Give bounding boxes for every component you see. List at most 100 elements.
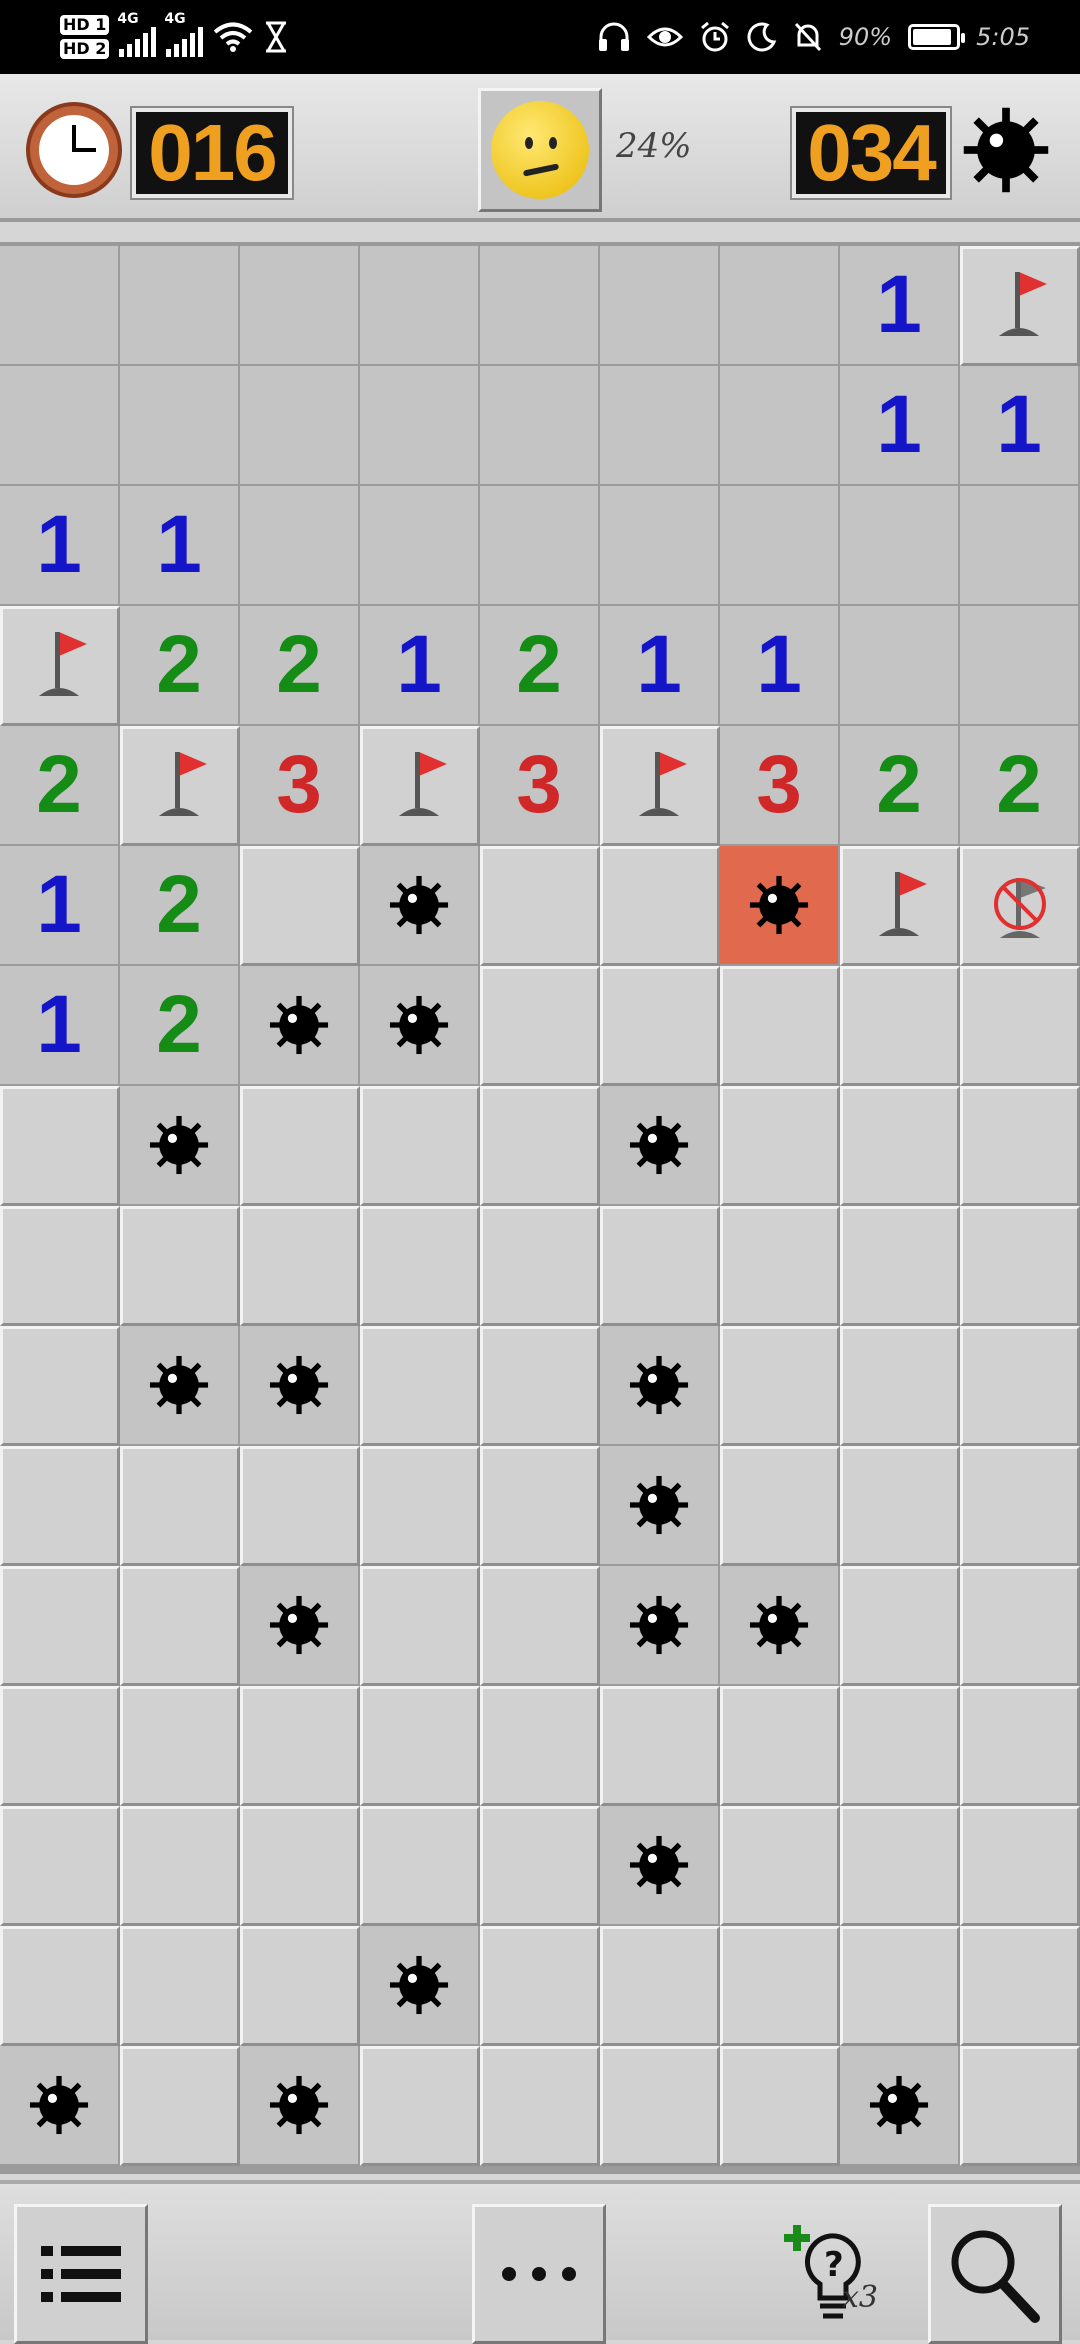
cell-exploded-mine[interactable] — [720, 846, 840, 966]
cell-closed[interactable] — [840, 1086, 960, 1206]
menu-button[interactable] — [14, 2204, 148, 2344]
cell-empty[interactable] — [360, 246, 480, 366]
cell-empty[interactable] — [240, 366, 360, 486]
cell-closed[interactable] — [120, 1566, 240, 1686]
cell-closed[interactable] — [960, 1086, 1080, 1206]
cell-number[interactable]: 2 — [0, 726, 120, 846]
cell-closed[interactable] — [480, 1446, 600, 1566]
cell-closed[interactable] — [960, 966, 1080, 1086]
cell-closed[interactable] — [960, 1566, 1080, 1686]
cell-empty[interactable] — [840, 486, 960, 606]
cell-closed[interactable] — [480, 1926, 600, 2046]
cell-number[interactable]: 1 — [960, 366, 1080, 486]
cell-closed[interactable] — [240, 1686, 360, 1806]
cell-flagged[interactable] — [0, 606, 120, 726]
cell-closed[interactable] — [600, 846, 720, 966]
cell-closed[interactable] — [960, 1926, 1080, 2046]
cell-number[interactable]: 2 — [120, 846, 240, 966]
cell-closed[interactable] — [480, 1086, 600, 1206]
cell-empty[interactable] — [120, 366, 240, 486]
cell-empty[interactable] — [0, 366, 120, 486]
cell-closed[interactable] — [720, 1686, 840, 1806]
cell-closed[interactable] — [960, 1686, 1080, 1806]
cell-number[interactable]: 1 — [720, 606, 840, 726]
cell-closed[interactable] — [720, 1806, 840, 1926]
cell-closed[interactable] — [120, 1926, 240, 2046]
cell-closed[interactable] — [840, 1806, 960, 1926]
cell-empty[interactable] — [240, 486, 360, 606]
cell-closed[interactable] — [720, 1446, 840, 1566]
cell-number[interactable]: 1 — [840, 366, 960, 486]
cell-closed[interactable] — [840, 1206, 960, 1326]
cell-number[interactable]: 1 — [0, 966, 120, 1086]
cell-mine[interactable] — [120, 1326, 240, 1446]
cell-closed[interactable] — [720, 2046, 840, 2166]
cell-empty[interactable] — [480, 366, 600, 486]
cell-flagged[interactable] — [600, 726, 720, 846]
cell-number[interactable]: 2 — [120, 966, 240, 1086]
more-options-button[interactable] — [472, 2204, 606, 2344]
cell-closed[interactable] — [840, 966, 960, 1086]
hint-button[interactable]: ? x3 — [780, 2222, 890, 2332]
cell-mine[interactable] — [600, 1446, 720, 1566]
cell-closed[interactable] — [480, 846, 600, 966]
cell-empty[interactable] — [240, 246, 360, 366]
cell-closed[interactable] — [480, 1206, 600, 1326]
cell-closed[interactable] — [600, 1206, 720, 1326]
cell-closed[interactable] — [960, 2046, 1080, 2166]
cell-closed[interactable] — [360, 1206, 480, 1326]
cell-empty[interactable] — [480, 486, 600, 606]
cell-closed[interactable] — [0, 1446, 120, 1566]
cell-closed[interactable] — [480, 1326, 600, 1446]
cell-closed[interactable] — [720, 1086, 840, 1206]
cell-closed[interactable] — [480, 2046, 600, 2166]
cell-closed[interactable] — [600, 2046, 720, 2166]
cell-closed[interactable] — [120, 1206, 240, 1326]
cell-closed[interactable] — [0, 1086, 120, 1206]
cell-flagged[interactable] — [840, 846, 960, 966]
cell-mine[interactable] — [600, 1326, 720, 1446]
cell-closed[interactable] — [480, 1566, 600, 1686]
zoom-button[interactable] — [928, 2204, 1062, 2344]
cell-closed[interactable] — [360, 1446, 480, 1566]
cell-closed[interactable] — [720, 1206, 840, 1326]
face-reset-button[interactable] — [478, 88, 602, 212]
cell-closed[interactable] — [0, 1686, 120, 1806]
cell-closed[interactable] — [240, 1926, 360, 2046]
cell-closed[interactable] — [120, 1446, 240, 1566]
cell-closed[interactable] — [840, 1326, 960, 1446]
cell-number[interactable]: 1 — [360, 606, 480, 726]
cell-mine[interactable] — [720, 1566, 840, 1686]
cell-closed[interactable] — [120, 1806, 240, 1926]
cell-empty[interactable] — [480, 246, 600, 366]
cell-closed[interactable] — [360, 1086, 480, 1206]
cell-closed[interactable] — [480, 1686, 600, 1806]
cell-closed[interactable] — [960, 1806, 1080, 1926]
cell-closed[interactable] — [840, 1926, 960, 2046]
cell-closed[interactable] — [720, 1326, 840, 1446]
cell-mine[interactable] — [240, 1566, 360, 1686]
cell-closed[interactable] — [840, 1446, 960, 1566]
cell-mine[interactable] — [240, 2046, 360, 2166]
cell-closed[interactable] — [240, 1806, 360, 1926]
cell-closed[interactable] — [600, 1686, 720, 1806]
cell-closed[interactable] — [360, 1566, 480, 1686]
cell-flagged[interactable] — [120, 726, 240, 846]
cell-closed[interactable] — [480, 1806, 600, 1926]
cell-mine[interactable] — [0, 2046, 120, 2166]
cell-mine[interactable] — [840, 2046, 960, 2166]
cell-closed[interactable] — [120, 1686, 240, 1806]
cell-closed[interactable] — [840, 1686, 960, 1806]
cell-closed[interactable] — [960, 1326, 1080, 1446]
cell-mine[interactable] — [120, 1086, 240, 1206]
cell-number[interactable]: 2 — [840, 726, 960, 846]
cell-empty[interactable] — [960, 606, 1080, 726]
cell-mine[interactable] — [360, 966, 480, 1086]
cell-empty[interactable] — [360, 366, 480, 486]
cell-flagged[interactable] — [960, 246, 1080, 366]
cell-closed[interactable] — [240, 1086, 360, 1206]
cell-closed[interactable] — [840, 1566, 960, 1686]
cell-number[interactable]: 2 — [960, 726, 1080, 846]
cell-number[interactable]: 1 — [600, 606, 720, 726]
cell-empty[interactable] — [600, 366, 720, 486]
